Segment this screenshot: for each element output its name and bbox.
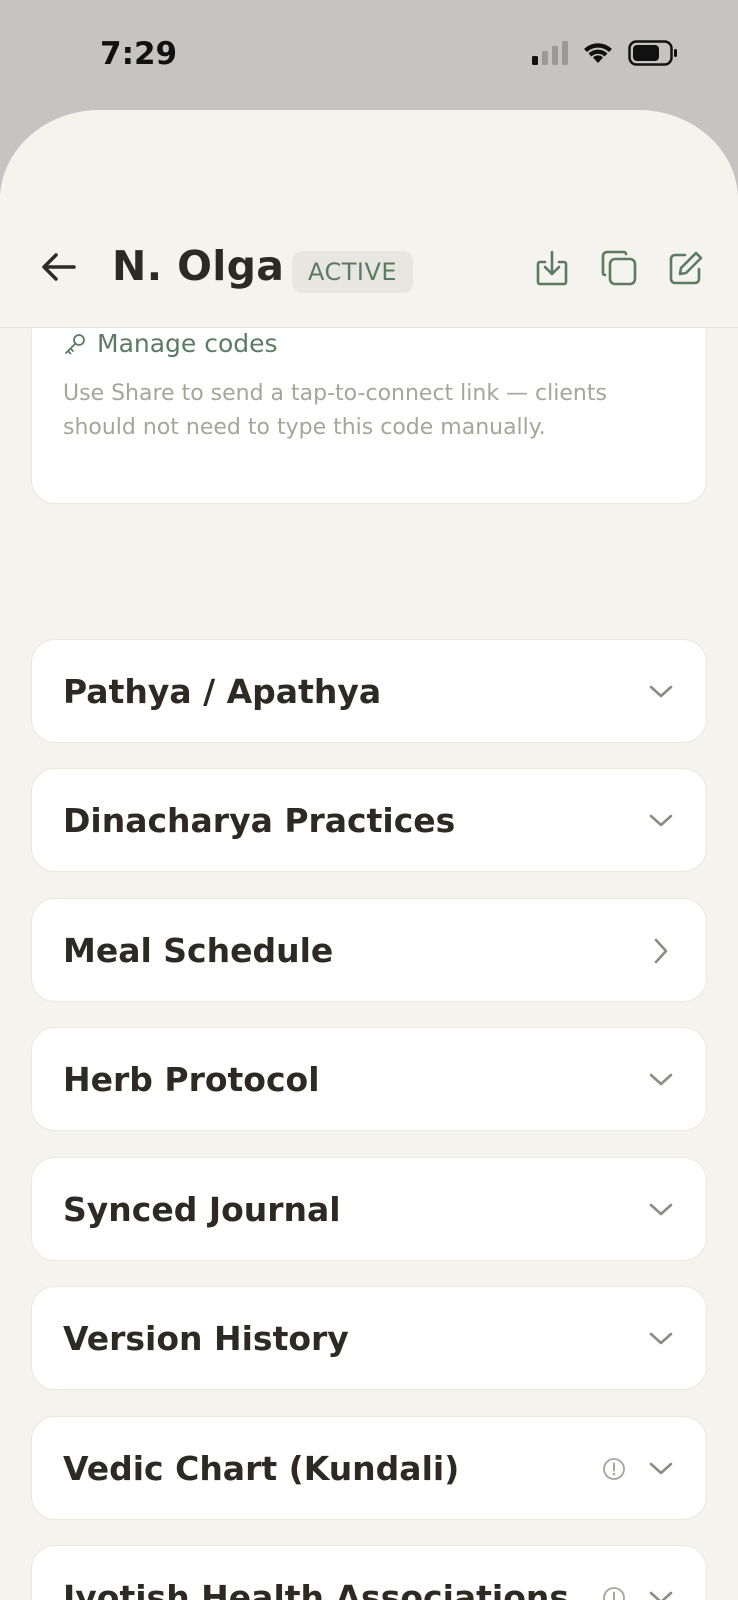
manage-codes-link[interactable]: Manage codes — [63, 329, 278, 358]
page-header: N. Olga ACTIVE — [0, 110, 738, 328]
wifi-icon — [584, 43, 612, 63]
download-button[interactable] — [532, 248, 572, 288]
status-bar: 7:29 — [0, 0, 738, 110]
battery-icon — [628, 40, 677, 66]
chevron-down-icon — [646, 806, 676, 836]
section-pathya-apathya[interactable]: Pathya / Apathya — [31, 639, 707, 743]
detail-sheet: N. Olga ACTIVE Manage codes Use Share to… — [0, 110, 738, 1600]
cellular-signal-icon — [532, 41, 568, 65]
copy-icon — [601, 250, 637, 286]
section-vedic-chart[interactable]: Vedic Chart (Kundali) — [31, 1416, 707, 1520]
section-title: Synced Journal — [63, 1190, 341, 1229]
duplicate-button[interactable] — [599, 248, 639, 288]
chevron-down-icon — [646, 1454, 676, 1484]
edit-icon — [669, 251, 703, 285]
chevron-right-icon — [646, 936, 676, 966]
info-icon[interactable] — [602, 1586, 626, 1600]
content-scroll[interactable]: Manage codes Use Share to send a tap-to-… — [0, 308, 738, 1600]
section-title: Meal Schedule — [63, 931, 334, 970]
chevron-down-icon — [646, 1065, 676, 1095]
section-jyotish-health-associations[interactable]: Jyotish Health Associations — [31, 1545, 707, 1600]
section-title: Vedic Chart (Kundali) — [63, 1449, 460, 1488]
section-synced-journal[interactable]: Synced Journal — [31, 1157, 707, 1261]
section-title: Herb Protocol — [63, 1060, 320, 1099]
section-title: Pathya / Apathya — [63, 672, 382, 711]
manage-codes-label: Manage codes — [97, 329, 278, 358]
chevron-down-icon — [646, 1583, 676, 1600]
status-badge: ACTIVE — [292, 251, 414, 293]
section-version-history[interactable]: Version History — [31, 1286, 707, 1390]
key-icon — [65, 333, 85, 354]
section-herb-protocol[interactable]: Herb Protocol — [31, 1027, 707, 1131]
section-dinacharya-practices[interactable]: Dinacharya Practices — [31, 768, 707, 872]
section-meal-schedule[interactable]: Meal Schedule — [31, 898, 707, 1002]
edit-button[interactable] — [666, 248, 706, 288]
connection-codes-card: Manage codes Use Share to send a tap-to-… — [31, 308, 707, 504]
section-title: Jyotish Health Associations — [63, 1578, 570, 1600]
status-time: 7:29 — [100, 36, 178, 72]
arrow-left-icon — [42, 253, 76, 281]
page-title: N. Olga — [112, 242, 285, 290]
section-title: Dinacharya Practices — [63, 801, 456, 840]
back-button[interactable] — [36, 244, 82, 290]
chevron-down-icon — [646, 1195, 676, 1225]
chevron-down-icon — [646, 677, 676, 707]
info-icon[interactable] — [602, 1457, 626, 1481]
share-hint-text: Use Share to send a tap-to-connect link … — [63, 381, 607, 440]
chevron-down-icon — [646, 1324, 676, 1354]
download-icon — [536, 250, 568, 286]
section-title: Version History — [63, 1319, 349, 1358]
status-icons — [532, 40, 678, 66]
